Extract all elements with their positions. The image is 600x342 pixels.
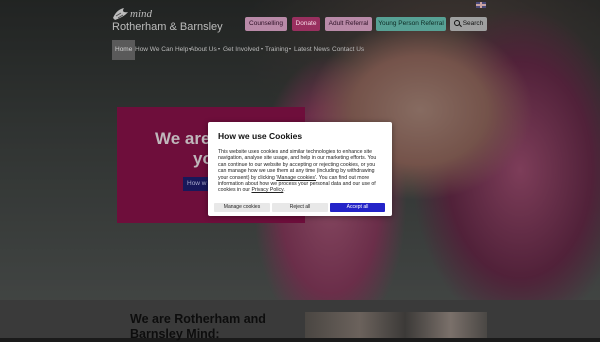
hero-heading: We are yo [155, 129, 213, 169]
nav-get-involved-label: Get Involved [223, 46, 260, 53]
nav-training-label: Training [265, 46, 289, 53]
logo-wordmark: mind [130, 8, 152, 20]
cookie-dialog-text: This website uses cookies and similar te… [218, 149, 384, 194]
nav-get-involved[interactable]: Get Involved [223, 40, 263, 60]
logo-location: Rotherham & Barnsley [112, 21, 223, 33]
nav-how-we-can-help[interactable]: How We Can Help [135, 40, 192, 60]
search-icon [453, 20, 460, 26]
donate-button[interactable]: Donate [292, 17, 320, 31]
search-button-label: Search [462, 20, 484, 27]
nav-training[interactable]: Training [265, 40, 292, 60]
counselling-button[interactable]: Counselling [245, 17, 287, 31]
manage-cookies-button[interactable]: Manage cookies [214, 203, 270, 212]
young-person-referral-button[interactable]: Young Person Referral [376, 17, 446, 31]
cookie-text-end: . [283, 187, 285, 194]
privacy-policy-link[interactable]: Privacy Policy [251, 187, 283, 193]
nav-contact-us[interactable]: Contact Us [332, 40, 364, 60]
nav-home[interactable]: Home [112, 40, 136, 60]
search-button[interactable]: Search [450, 17, 487, 31]
manage-cookies-link[interactable]: 'Manage cookies' [276, 175, 316, 181]
cookie-consent-dialog: How we use Cookies This website uses coo… [208, 122, 392, 216]
reject-all-button[interactable]: Reject all [272, 203, 328, 212]
nav-how-we-can-help-label: How We Can Help [135, 46, 189, 53]
accept-all-button[interactable]: Accept all [330, 203, 385, 212]
nav-contact-us-label: Contact Us [332, 46, 365, 53]
chevron-down-icon [289, 48, 292, 50]
intro-section: We are Rotherham and Barnsley Mind: [0, 300, 600, 341]
cookie-dialog-title: How we use Cookies [218, 131, 303, 141]
chevron-down-icon [217, 48, 220, 50]
nav-latest-news[interactable]: Latest News [294, 40, 330, 60]
adult-referral-button[interactable]: Adult Referral [325, 17, 372, 31]
nav-home-label: Home [115, 46, 133, 53]
intro-photo [305, 312, 487, 338]
nav-about-us[interactable]: About Us [190, 40, 220, 60]
uk-flag-icon[interactable] [476, 2, 486, 8]
site-logo[interactable]: mind Rotherham & Barnsley [112, 7, 223, 33]
chevron-down-icon [260, 48, 263, 50]
nav-about-us-label: About Us [190, 46, 217, 53]
nav-latest-news-label: Latest News [294, 46, 330, 53]
hero-heading-line1: We are [155, 129, 211, 148]
hero-heading-line2: yo [193, 149, 213, 168]
